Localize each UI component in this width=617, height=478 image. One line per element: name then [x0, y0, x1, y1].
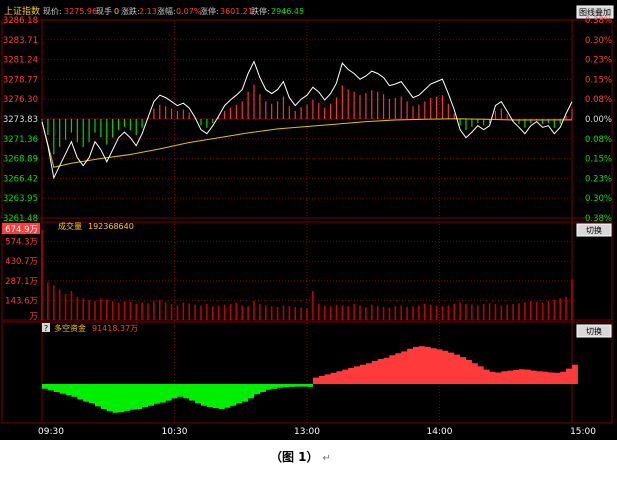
volume-tick-label: 574.3万 [5, 238, 38, 248]
figure-caption: （图 1） ↵ [270, 448, 331, 465]
pct-tick-label: 0.08% [585, 135, 612, 145]
time-tick-label: 13:00 [294, 427, 320, 437]
pct-tick-label: 0.08% [585, 95, 612, 105]
price-tick-label: 3271.36 [3, 135, 38, 145]
volume-tick-label: 143.6万 [5, 296, 38, 306]
price-tick-label: 3283.71 [3, 36, 38, 46]
volume-tick-label: 万 [29, 312, 38, 322]
quote-header: 上证指数 现价: 3275.96 现手 0 涨跌: 2.13 涨幅: 0.07%… [4, 5, 304, 17]
price-tick-label: 3276.30 [3, 95, 38, 105]
pct-tick-label: 0.30% [585, 194, 612, 204]
price-value: 3275.96 [64, 7, 97, 16]
volume-panel-label: 成交量 [58, 221, 82, 231]
price-label: 现价: [43, 7, 62, 16]
help-icon: ? [44, 324, 48, 333]
price-tick-label: 3278.77 [3, 75, 38, 85]
money-panel-value: 91418.37万 [92, 324, 138, 333]
volume-value: 0 [114, 7, 119, 16]
change-value: 2.13 [139, 7, 157, 16]
volume-tick-label: 430.7万 [5, 257, 38, 267]
price-tick-label: 3266.42 [3, 174, 38, 184]
pct-label: 涨幅: [157, 6, 176, 16]
pct-tick-label: 0.23% [585, 174, 612, 184]
money-help-icon[interactable]: ? [42, 323, 50, 333]
volume-panel-value: 192368640 [88, 222, 134, 231]
intraday-chart: 上证指数 现价: 3275.96 现手 0 涨跌: 2.13 涨幅: 0.07%… [0, 0, 617, 440]
volume-switch-label: 切换 [586, 225, 602, 235]
volume-panel-header: 成交量 192368640 [58, 221, 134, 231]
pct-tick-label: 0.00% [585, 115, 612, 125]
pct-tick-label: 0.15% [585, 75, 612, 85]
price-tick-label: 3268.89 [3, 155, 38, 165]
price-tick-label: 3286.18 [3, 16, 38, 26]
price-tick-label: 3261.48 [3, 214, 38, 224]
volume-tick-label: 287.1万 [5, 277, 38, 287]
pct-value: 0.07% [176, 7, 202, 16]
pct-tick-label: 0.30% [585, 36, 612, 46]
time-tick-label: 09:30 [38, 427, 64, 437]
pct-tick-label: 0.15% [585, 155, 612, 165]
pct-tick-label: 0.38% [585, 16, 612, 26]
price-tick-label: 3263.95 [3, 194, 38, 204]
limit-up-value: 3601.21 [220, 7, 253, 16]
change-label: 涨跌: [121, 6, 140, 16]
paragraph-mark: ↵ [322, 453, 331, 464]
money-switch-label: 切换 [586, 326, 602, 336]
money-panel-label: 多空资金 [54, 323, 86, 333]
limit-up-label: 涨停: [200, 6, 219, 16]
volume-label: 现手 [96, 6, 112, 16]
pct-tick-label: 0.23% [585, 56, 612, 66]
price-tick-label: 3281.24 [3, 56, 38, 66]
volume-switch-button[interactable]: 切换 [576, 223, 612, 237]
time-tick-label: 14:00 [427, 427, 453, 437]
pct-tick-label: 0.38% [585, 214, 612, 224]
limit-down-label: 跌停: [251, 6, 270, 16]
volume-tick-label: 674.9万 [5, 225, 38, 235]
time-tick-label: 10:30 [162, 427, 188, 437]
time-tick-label: 15:00 [570, 427, 596, 437]
limit-down-value: 2946.45 [271, 7, 304, 16]
money-switch-button[interactable]: 切换 [576, 324, 612, 338]
figure-caption-text: （图 1） [270, 450, 319, 464]
price-tick-label: 3273.83 [3, 115, 38, 125]
